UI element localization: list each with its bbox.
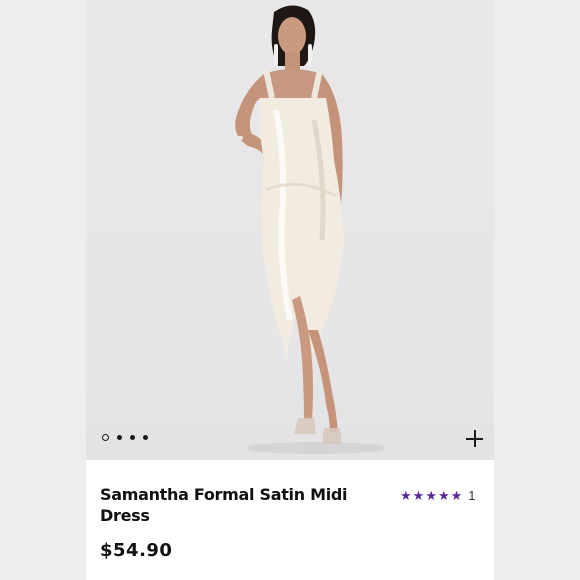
carousel-indicators: [102, 434, 148, 441]
background-left: [0, 0, 86, 580]
product-info: Samantha Formal Satin Midi Dress ★ ★ ★ ★…: [86, 460, 494, 580]
product-image[interactable]: [86, 0, 494, 460]
star-icon: ★: [450, 487, 463, 503]
rating-summary[interactable]: ★ ★ ★ ★ ★ 1: [400, 488, 476, 503]
star-icon: ★: [437, 487, 450, 503]
product-price: $54.90: [100, 540, 173, 561]
carousel-dot-active[interactable]: [102, 434, 109, 441]
star-icon: ★: [400, 487, 412, 503]
product-page: Samantha Formal Satin Midi Dress ★ ★ ★ ★…: [86, 0, 494, 580]
model-in-dress-illustration: [233, 5, 386, 454]
screenshot-frame: Samantha Formal Satin Midi Dress ★ ★ ★ ★…: [0, 0, 580, 580]
star-icon: ★: [412, 487, 425, 503]
background-right: [494, 0, 580, 580]
carousel-dot[interactable]: [117, 435, 122, 440]
star-rating: ★ ★ ★ ★ ★: [400, 487, 463, 503]
star-icon: ★: [425, 487, 437, 503]
product-title: Samantha Formal Satin Midi Dress: [100, 485, 348, 525]
carousel-dot[interactable]: [143, 435, 148, 440]
review-count: 1: [468, 488, 476, 503]
plus-icon[interactable]: [464, 428, 486, 450]
carousel-dot[interactable]: [130, 435, 135, 440]
